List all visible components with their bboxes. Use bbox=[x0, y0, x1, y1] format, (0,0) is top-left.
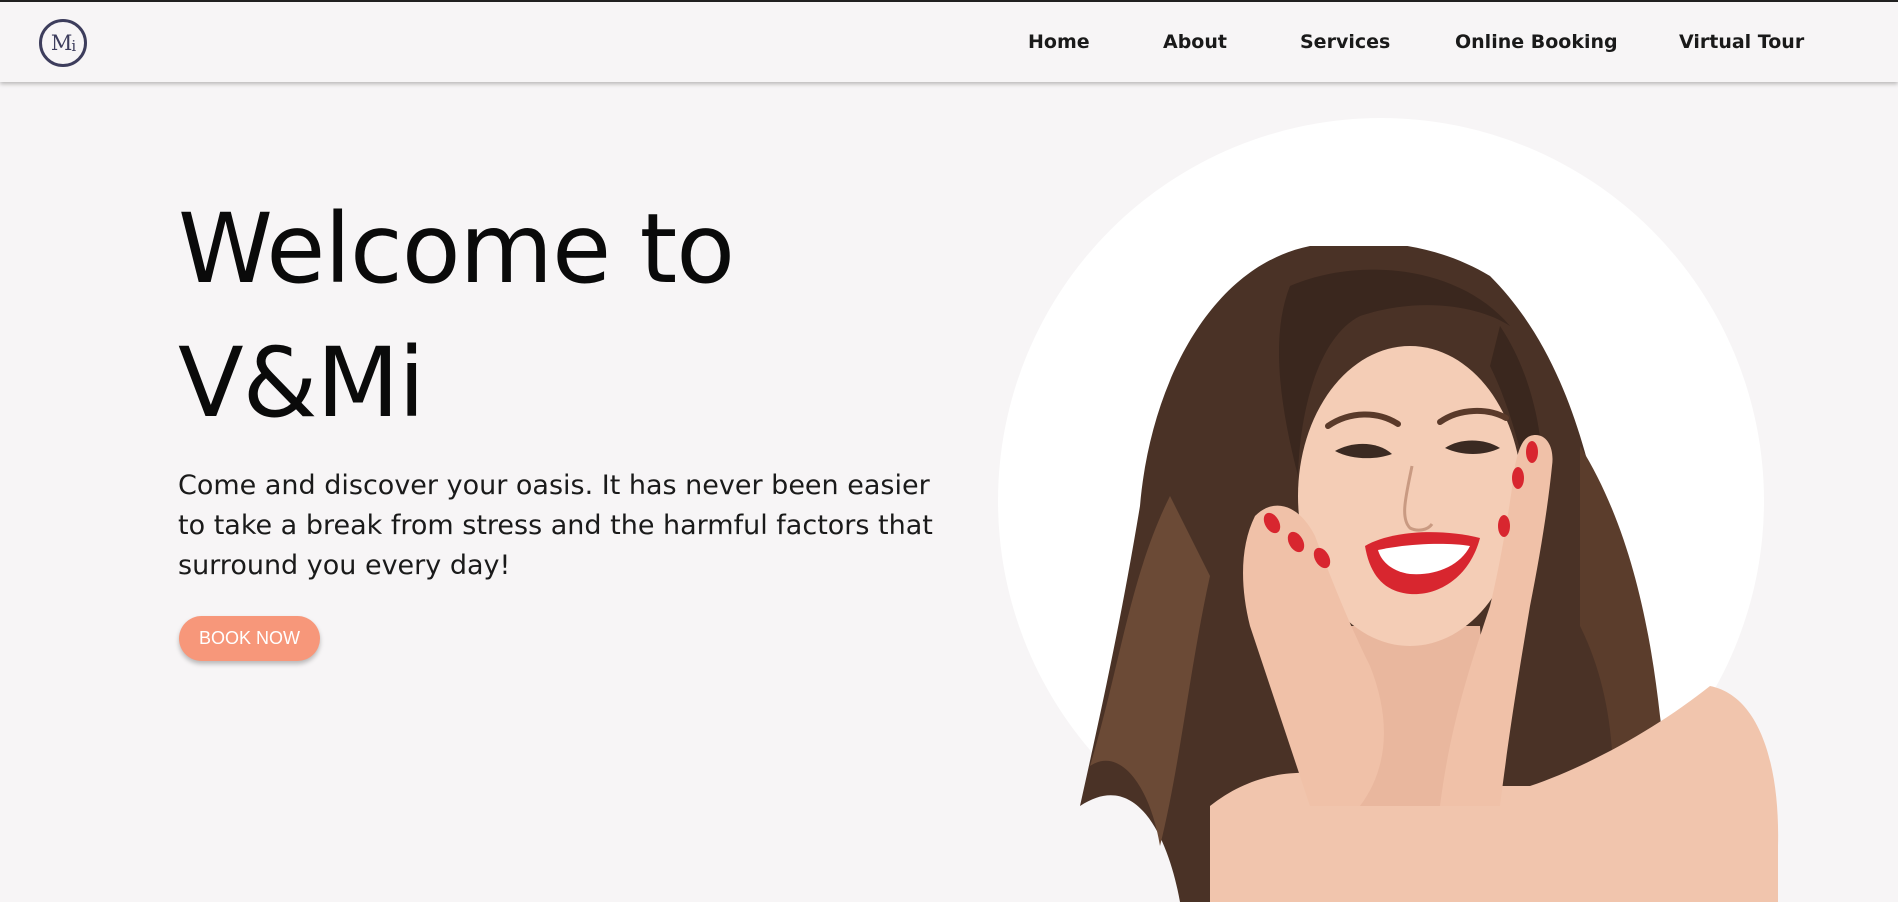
nav-link-virtual-tour[interactable]: Virtual Tour bbox=[1679, 31, 1804, 53]
logo-letter-i: i bbox=[71, 36, 76, 55]
nav-link-about[interactable]: About bbox=[1163, 31, 1227, 53]
nav-link-online-booking[interactable]: Online Booking bbox=[1455, 31, 1618, 53]
hero-portrait-image bbox=[1080, 246, 1779, 902]
logo[interactable]: Mi bbox=[39, 19, 87, 67]
hero-title-line-2: V&Mi bbox=[178, 327, 425, 439]
hero-title: Welcome to V&Mi bbox=[178, 182, 735, 450]
hero-title-line-1: Welcome to bbox=[178, 193, 735, 305]
navbar: Mi Home About Services Online Booking Vi… bbox=[0, 2, 1898, 82]
book-now-button[interactable]: BOOK NOW bbox=[179, 616, 320, 661]
logo-letter-m: M bbox=[50, 31, 72, 55]
hero-description: Come and discover your oasis. It has nev… bbox=[178, 470, 933, 581]
nav-link-home[interactable]: Home bbox=[1028, 31, 1090, 53]
nav-link-services[interactable]: Services bbox=[1300, 31, 1390, 53]
